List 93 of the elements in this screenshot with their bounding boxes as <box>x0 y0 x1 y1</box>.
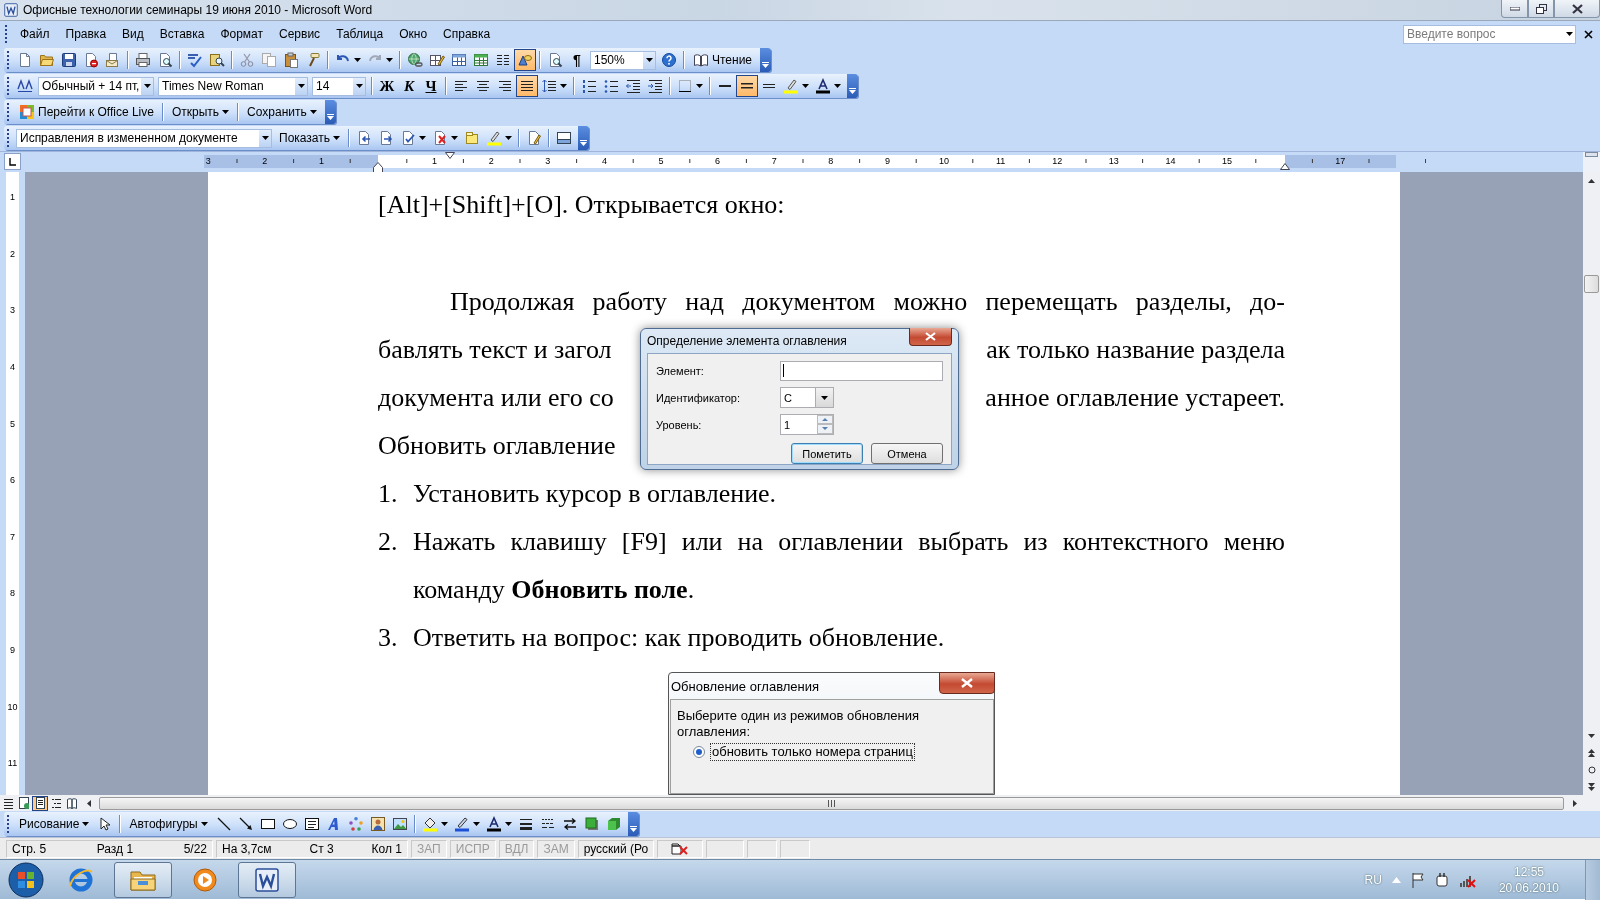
ruler-number: 3 <box>545 155 551 168</box>
bold-button[interactable]: Ж <box>376 75 398 97</box>
markup-combo-box[interactable]: Исправления в измененном документе <box>16 128 272 148</box>
ruler-number: 7 <box>771 155 777 168</box>
dialog-prompt: Выберите один из режимов обновления оглавления: <box>677 708 921 740</box>
document-text: Продолжая работу над документом можно перемещать разделы, до- <box>449 286 1285 318</box>
dropdown-menu-button[interactable]: Рисование <box>14 813 95 835</box>
ruler-number: 17 <box>1335 155 1346 168</box>
ruler-number: 5 <box>658 155 664 168</box>
pilcrow-button[interactable]: ¶ <box>566 49 588 71</box>
document-text: Обновить оглавление <box>378 430 616 462</box>
dialog-button[interactable]: Пометить <box>791 443 863 464</box>
zoom-combo-box[interactable]: 150% <box>590 50 656 70</box>
status-text: 5/22 <box>183 841 207 856</box>
status-text: Стр. 5 <box>12 841 47 856</box>
document-text: [Alt]+[Shift]+[O]. Открывается окно: <box>378 189 786 221</box>
menu-item[interactable]: Окно <box>391 24 436 44</box>
dropdown-menu-button[interactable]: Сохранить <box>242 101 322 123</box>
dialog-button[interactable]: Отмена <box>871 443 943 464</box>
underline-button[interactable]: Ч <box>420 75 442 97</box>
ruler-number: 2 <box>262 155 268 168</box>
ruler-number: 11 <box>6 757 19 769</box>
dialog-title: Обновление оглавления <box>671 678 820 694</box>
combo-box[interactable]: С <box>780 387 834 408</box>
status-mode: ЗАМ <box>537 839 575 858</box>
ruler-number: 6 <box>715 155 721 168</box>
ruler-number: 4 <box>601 155 607 168</box>
ruler-number: 10 <box>939 155 949 168</box>
clock-time: 12:55 <box>1513 864 1544 879</box>
ruler-number: 1 <box>318 155 324 168</box>
field-label: Идентификатор: <box>656 391 742 404</box>
menu-item[interactable]: Файл <box>12 24 58 44</box>
status-text: Разд 1 <box>96 841 134 856</box>
menu-item[interactable]: Справка <box>435 24 499 44</box>
document-text: документа или его со <box>378 382 614 414</box>
document-text: бавлять текст и загол <box>378 334 612 366</box>
clock-date: 20.06.2010 <box>1498 880 1559 895</box>
ruler-number: 8 <box>828 155 834 168</box>
style-combo-box[interactable]: Обычный + 14 пт, <box>38 76 154 96</box>
ruler-number: 14 <box>1165 155 1176 168</box>
window-title: Офисные технологии семинары 19 июня 2010 - Microsoft Word <box>23 3 373 17</box>
list-item-text: Ответить на вопрос: как проводить обновление. <box>413 622 946 654</box>
document-text: анное оглавление устареет. <box>985 382 1285 414</box>
italic-button[interactable]: К <box>398 75 420 97</box>
ruler-number: 12 <box>1052 155 1063 168</box>
field-label: Элемент: <box>656 364 705 377</box>
menu-item[interactable]: Вставка <box>151 24 213 44</box>
ruler-number: 1 <box>9 191 16 203</box>
ruler-number: 10 <box>6 701 19 713</box>
status-mode: ИСПР <box>449 839 496 858</box>
status-mode: ВДЛ <box>498 839 535 858</box>
reading-button[interactable]: Чтение <box>688 49 758 71</box>
menu-item[interactable]: Таблица <box>328 24 392 44</box>
ruler-number: 5 <box>9 418 16 430</box>
spin-box[interactable]: 1 <box>780 414 834 435</box>
office-live-button[interactable]: Перейти к Office Live <box>14 101 159 123</box>
language-status: русский (Ро <box>577 839 655 858</box>
menu-item[interactable]: Формат <box>212 24 272 44</box>
dropdown-menu-button[interactable]: Показать <box>274 127 345 149</box>
status-text: На 3,7см <box>222 841 272 856</box>
ruler-number: 15 <box>1222 155 1232 168</box>
font-combo-box[interactable]: Times New Roman <box>158 76 308 96</box>
ruler-number: 8 <box>9 587 16 599</box>
ruler-number: 9 <box>884 155 890 168</box>
status-mode: ЗАП <box>411 839 447 858</box>
ruler-number: 6 <box>9 474 16 486</box>
menu-item[interactable]: Сервис <box>271 24 329 44</box>
ruler-number: 3 <box>205 155 211 168</box>
ruler-number: 1 <box>432 155 438 168</box>
ruler-number: 2 <box>9 248 16 260</box>
ruler-number: 11 <box>995 155 1006 168</box>
ruler-number: 7 <box>9 531 16 543</box>
ruler-number: 9 <box>9 644 16 656</box>
list-item-text: Установить курсор в оглавление. <box>413 478 778 510</box>
dropdown-menu-button[interactable]: Автофигуры <box>124 813 213 835</box>
ruler-number: 2 <box>488 155 494 168</box>
radio-label[interactable]: обновить только номера страниц <box>710 743 915 761</box>
ruler-number: 13 <box>1108 155 1119 168</box>
size-combo-box[interactable]: 14 <box>312 76 366 96</box>
dialog-title: Определение элемента оглавления <box>647 334 847 348</box>
status-text: Кол 1 <box>371 841 402 856</box>
list-number: 3. <box>378 622 399 654</box>
ruler-number: 3 <box>9 304 16 316</box>
field-label: Уровень: <box>656 418 703 431</box>
menu-item[interactable]: Вид <box>114 24 152 44</box>
menu-item[interactable]: Правка <box>57 24 115 44</box>
list-number: 2. <box>378 526 399 558</box>
dropdown-menu-button[interactable]: Открыть <box>166 101 235 123</box>
status-text: Ст 3 <box>309 841 334 856</box>
list-number: 1. <box>378 478 399 510</box>
list-item-text: Нажать клавишу [F9] или на оглавлении выбрать из контекстного меню команду Обновить поле. <box>413 526 1285 606</box>
document-text: ак только название раздела <box>986 334 1285 366</box>
ruler-number: 4 <box>9 361 16 373</box>
